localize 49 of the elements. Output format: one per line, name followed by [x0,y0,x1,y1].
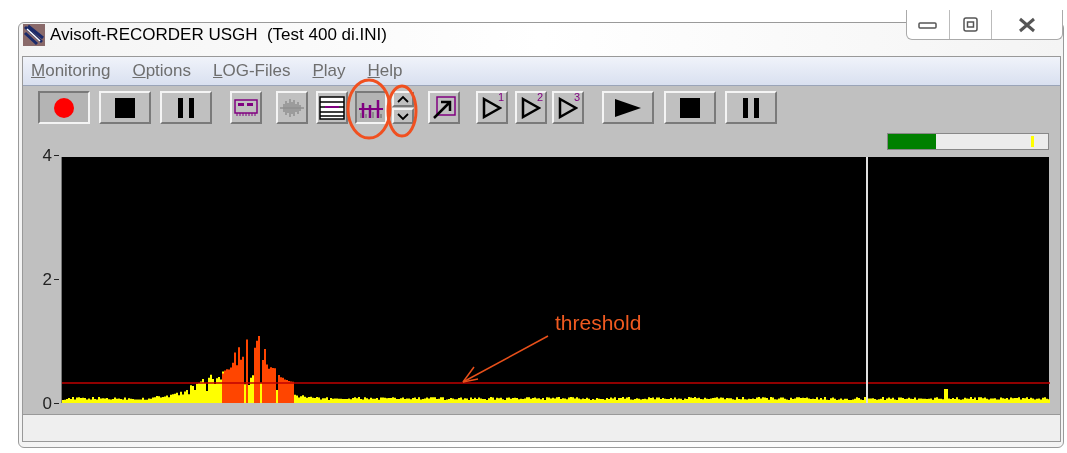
down-button[interactable] [392,108,414,124]
arrow-button[interactable] [428,91,460,124]
minimize-icon [918,19,938,30]
slot-number: 1 [497,92,504,103]
axis-tick-label: 4 [42,147,52,164]
window-title: Avisoft-RECORDER USGH (Test 400 di.INI) [50,24,387,46]
stop-button[interactable] [664,91,716,124]
histogram-button[interactable] [355,91,387,124]
record-icon [53,96,75,119]
up-button[interactable] [392,91,414,107]
stop-icon [114,97,136,118]
card-icon [234,98,258,117]
menu-item[interactable]: LOG-Files [213,58,291,84]
slot-number: 3 [573,92,580,103]
stop-button[interactable] [99,91,151,124]
arrow-icon [432,95,456,120]
pause-icon [741,97,761,118]
stop-icon [679,97,701,118]
axis-tick-label: 0 [42,395,52,412]
peak-marker [1031,136,1034,147]
pause-button[interactable] [725,91,777,124]
caret-down-icon [396,111,410,121]
play-slot-button[interactable]: 2 [515,91,547,124]
menu-item[interactable]: Monitoring [31,58,111,84]
maximize-icon [962,16,979,33]
menu-item[interactable]: Help [367,58,403,84]
tick-mark [54,155,59,156]
app-icon [22,22,46,47]
tick-mark [54,403,59,404]
play-slot-button[interactable]: 3 [552,91,584,124]
list-button[interactable] [316,91,348,124]
wave-button[interactable] [276,91,308,124]
waveform-icon [279,97,305,118]
play-button[interactable] [602,91,654,124]
list-icon [319,95,345,120]
close-icon [1018,16,1036,33]
card-button[interactable] [230,91,262,124]
caret-up-icon [396,94,410,104]
annotation-label: threshold [555,310,642,336]
slot-number: 2 [536,92,543,103]
record-button[interactable] [38,91,90,124]
play-icon [614,98,642,117]
tick-mark [54,279,59,280]
pause-icon [176,97,196,118]
menu-item[interactable]: Options [132,58,191,84]
play-slot-button[interactable]: 1 [476,91,508,124]
menu-item[interactable]: Play [312,58,346,84]
axis-tick-label: 2 [42,271,52,288]
pause-button[interactable] [160,91,212,124]
